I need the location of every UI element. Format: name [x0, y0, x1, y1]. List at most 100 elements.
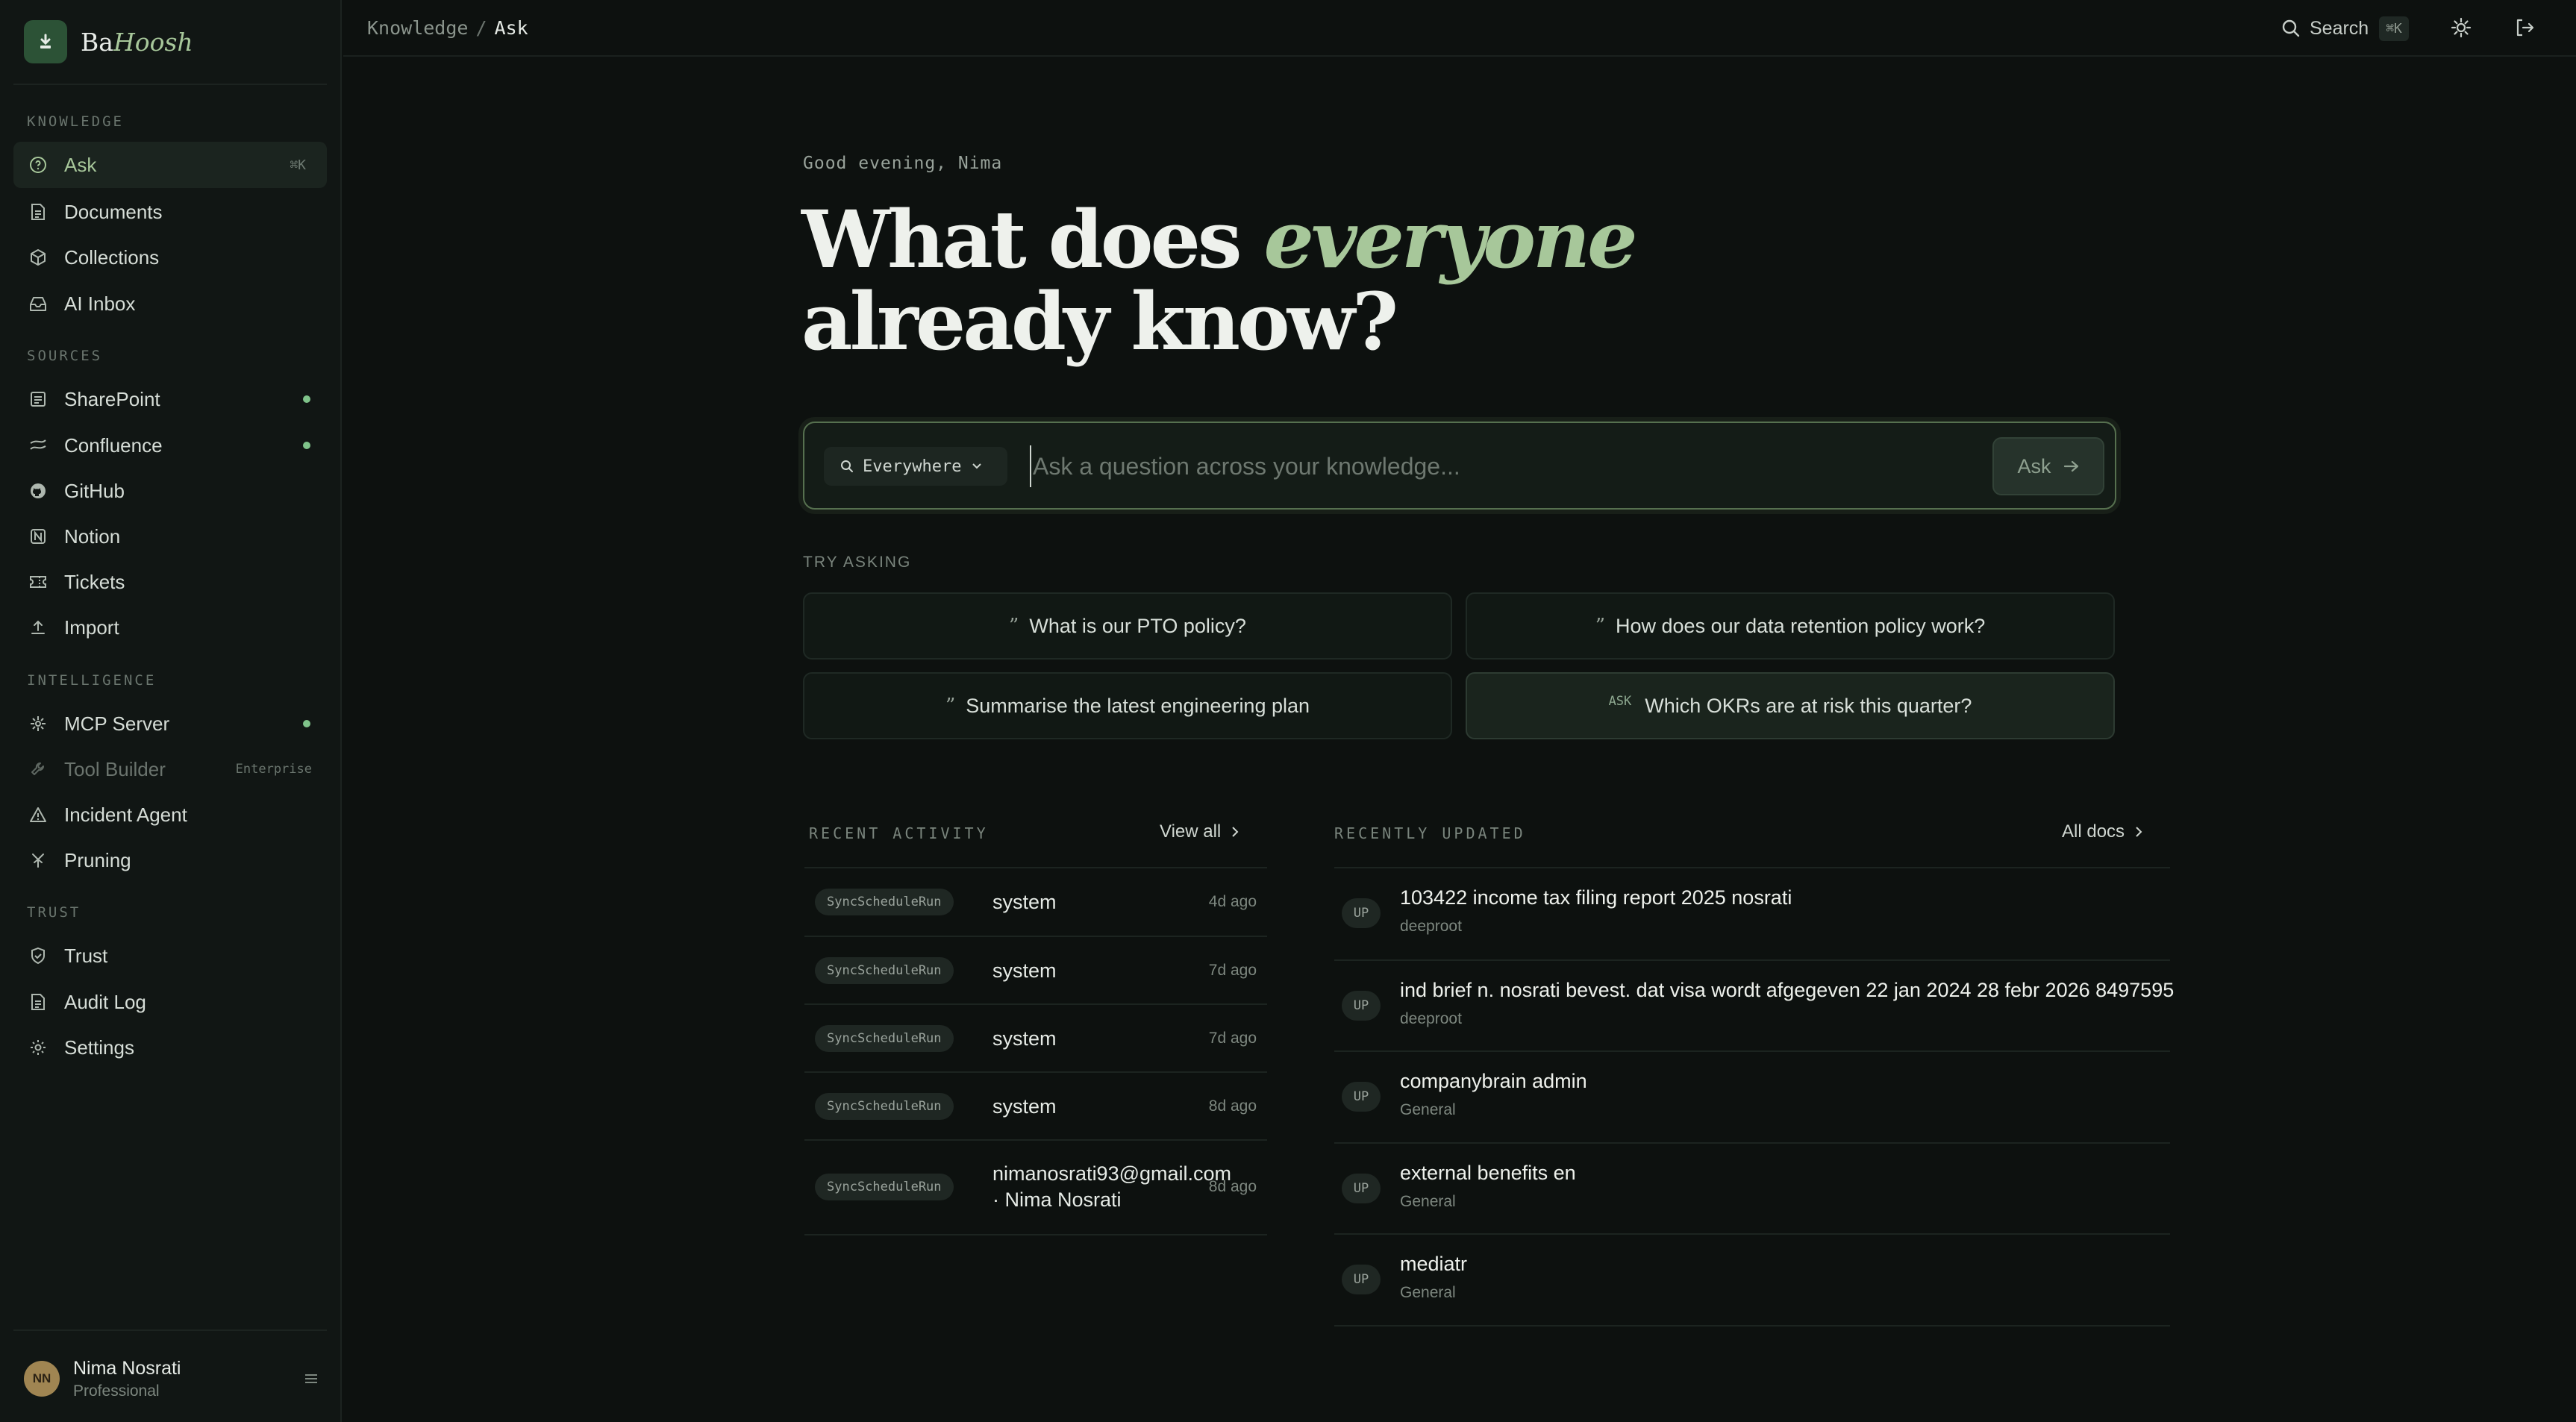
- log-icon: [28, 992, 48, 1012]
- suggestion-text: Summarise the latest engineering plan: [966, 694, 1310, 717]
- document-title: 103422 income tax filing report 2025 nos…: [1400, 886, 1792, 909]
- sidebar-item-ai-inbox[interactable]: AI Inbox: [13, 281, 327, 327]
- sidebar-item-sharepoint[interactable]: SharePoint: [13, 376, 327, 422]
- notion-icon: [28, 527, 48, 546]
- sharepoint-icon: [28, 389, 48, 409]
- logout-button[interactable]: [2507, 10, 2542, 45]
- suggestion-chip[interactable]: ” Summarise the latest engineering plan: [803, 672, 1452, 739]
- sidebar-item-audit-log[interactable]: Audit Log: [13, 979, 327, 1025]
- document-row[interactable]: UP companybrain admin General: [1334, 1052, 2170, 1143]
- menu-icon[interactable]: [300, 1368, 322, 1390]
- sidebar-item-mcp-server[interactable]: MCP Server: [13, 701, 327, 747]
- document-row[interactable]: UP mediatr General: [1334, 1235, 2170, 1326]
- brand-name: BaHoosh: [81, 27, 193, 57]
- scope-label: Everywhere: [863, 457, 962, 476]
- activity-time: 7d ago: [1208, 962, 1257, 979]
- document-collection: General: [1400, 1101, 1456, 1118]
- shield-icon: [28, 946, 48, 965]
- chevron-right-icon: [2136, 827, 2142, 837]
- search-icon: [841, 460, 853, 472]
- sidebar-item-label: AI Inbox: [64, 292, 136, 315]
- sidebar-item-label: Ask: [64, 153, 97, 176]
- document-title: ind brief n. nosrati bevest. dat visa wo…: [1400, 979, 2175, 1001]
- theme-toggle-button[interactable]: [2444, 10, 2478, 45]
- recent-activity-heading: RECENT ACTIVITY: [809, 824, 989, 842]
- all-docs-link[interactable]: All docs: [2062, 821, 2142, 842]
- sidebar-item-incident-agent[interactable]: Incident Agent: [13, 792, 327, 838]
- sidebar-item-label: Tool Builder: [64, 757, 166, 780]
- user-profile[interactable]: NN Nima Nosrati Professional: [24, 1356, 322, 1401]
- user-plan: Professional: [73, 1382, 160, 1400]
- user-name: Nima Nosrati: [73, 1357, 181, 1379]
- document-row[interactable]: UP 103422 income tax filing report 2025 …: [1334, 868, 2170, 959]
- sidebar-item-label: Collections: [64, 245, 160, 269]
- brand[interactable]: BaHoosh: [24, 20, 193, 63]
- ask-button[interactable]: Ask: [1992, 437, 2104, 495]
- activity-row[interactable]: SyncScheduleRun system 4d ago: [804, 868, 1267, 936]
- confluence-icon: [28, 436, 48, 455]
- sidebar-item-import[interactable]: Import: [13, 604, 327, 651]
- view-all-link[interactable]: View all: [1160, 821, 1239, 842]
- update-badge: UP: [1342, 991, 1381, 1021]
- logout-icon: [2516, 19, 2534, 37]
- update-badge: UP: [1342, 1265, 1381, 1294]
- update-badge: UP: [1342, 1082, 1381, 1112]
- chevron-down-icon: [972, 463, 982, 469]
- status-dot: [303, 720, 310, 727]
- sidebar-item-label: Tickets: [64, 570, 125, 593]
- document-collection: General: [1400, 1193, 1456, 1210]
- sidebar-item-confluence[interactable]: Confluence: [13, 422, 327, 469]
- sparkle-icon: [28, 714, 48, 733]
- activity-row[interactable]: SyncScheduleRun system 7d ago: [804, 1005, 1267, 1072]
- box-icon: [28, 248, 48, 267]
- document-row[interactable]: UP ind brief n. nosrati bevest. dat visa…: [1334, 961, 2174, 1052]
- activity-row[interactable]: SyncScheduleRun system 7d ago: [804, 937, 1267, 1004]
- document-title: mediatr: [1400, 1253, 1468, 1275]
- sun-icon: [2451, 17, 2472, 38]
- sidebar-item-tool-builder[interactable]: Tool Builder Enterprise: [13, 746, 327, 792]
- sidebar-item-tickets[interactable]: Tickets: [13, 559, 327, 605]
- sidebar-item-label: GitHub: [64, 479, 125, 502]
- document-row[interactable]: UP external benefits en General: [1334, 1144, 2170, 1235]
- activity-row[interactable]: SyncScheduleRun system 8d ago: [804, 1073, 1267, 1140]
- scope-selector[interactable]: Everywhere: [824, 447, 1008, 486]
- sidebar-item-pruning[interactable]: Pruning: [13, 837, 327, 883]
- scissors-icon: [28, 851, 48, 870]
- breadcrumb-root[interactable]: Knowledge: [367, 17, 468, 39]
- quote-icon: ”: [945, 695, 956, 717]
- link-label: View all: [1160, 821, 1222, 842]
- sidebar-item-documents[interactable]: Documents: [13, 189, 327, 235]
- divider: [1334, 1325, 2170, 1327]
- breadcrumb: Knowledge / Ask: [367, 17, 528, 39]
- sidebar-item-settings[interactable]: Settings: [13, 1024, 327, 1071]
- wrench-icon: [28, 759, 48, 779]
- try-asking-label: TRY ASKING: [803, 554, 912, 571]
- ticket-icon: [28, 572, 48, 592]
- activity-row[interactable]: SyncScheduleRun nimanosrati93@gmail.com ·…: [804, 1141, 1267, 1233]
- quote-icon: ”: [1009, 615, 1019, 637]
- suggestion-chip[interactable]: ASK Which OKRs are at risk this quarter?: [1466, 672, 2115, 739]
- divider: [804, 1234, 1267, 1235]
- section-label-intelligence: INTELLIGENCE: [27, 672, 157, 689]
- breadcrumb-current: Ask: [494, 16, 528, 39]
- sidebar-item-collections[interactable]: Collections: [13, 234, 327, 281]
- search-button[interactable]: Search ⌘K: [2281, 10, 2409, 47]
- github-icon: [28, 481, 48, 501]
- sidebar-item-notion[interactable]: Notion: [13, 513, 327, 560]
- sidebar-item-label: Pruning: [64, 848, 131, 871]
- section-label-trust: TRUST: [27, 904, 81, 921]
- sidebar-item-label: Incident Agent: [64, 803, 187, 826]
- activity-time: 8d ago: [1208, 1097, 1257, 1115]
- suggestion-chip[interactable]: ” How does our data retention policy wor…: [1466, 592, 2115, 660]
- ask-input[interactable]: [1030, 445, 1970, 487]
- event-badge: SyncScheduleRun: [815, 1174, 954, 1200]
- sidebar-item-ask[interactable]: Ask ⌘K: [13, 142, 327, 188]
- suggestion-chip[interactable]: ” What is our PTO policy?: [803, 592, 1452, 660]
- sidebar-item-github[interactable]: GitHub: [13, 468, 327, 514]
- document-icon: [28, 202, 48, 222]
- divider: [13, 84, 327, 85]
- gear-icon: [28, 1038, 48, 1057]
- status-dot: [303, 395, 310, 403]
- sidebar-item-trust[interactable]: Trust: [13, 933, 327, 979]
- document-collection: deeproot: [1400, 918, 1462, 935]
